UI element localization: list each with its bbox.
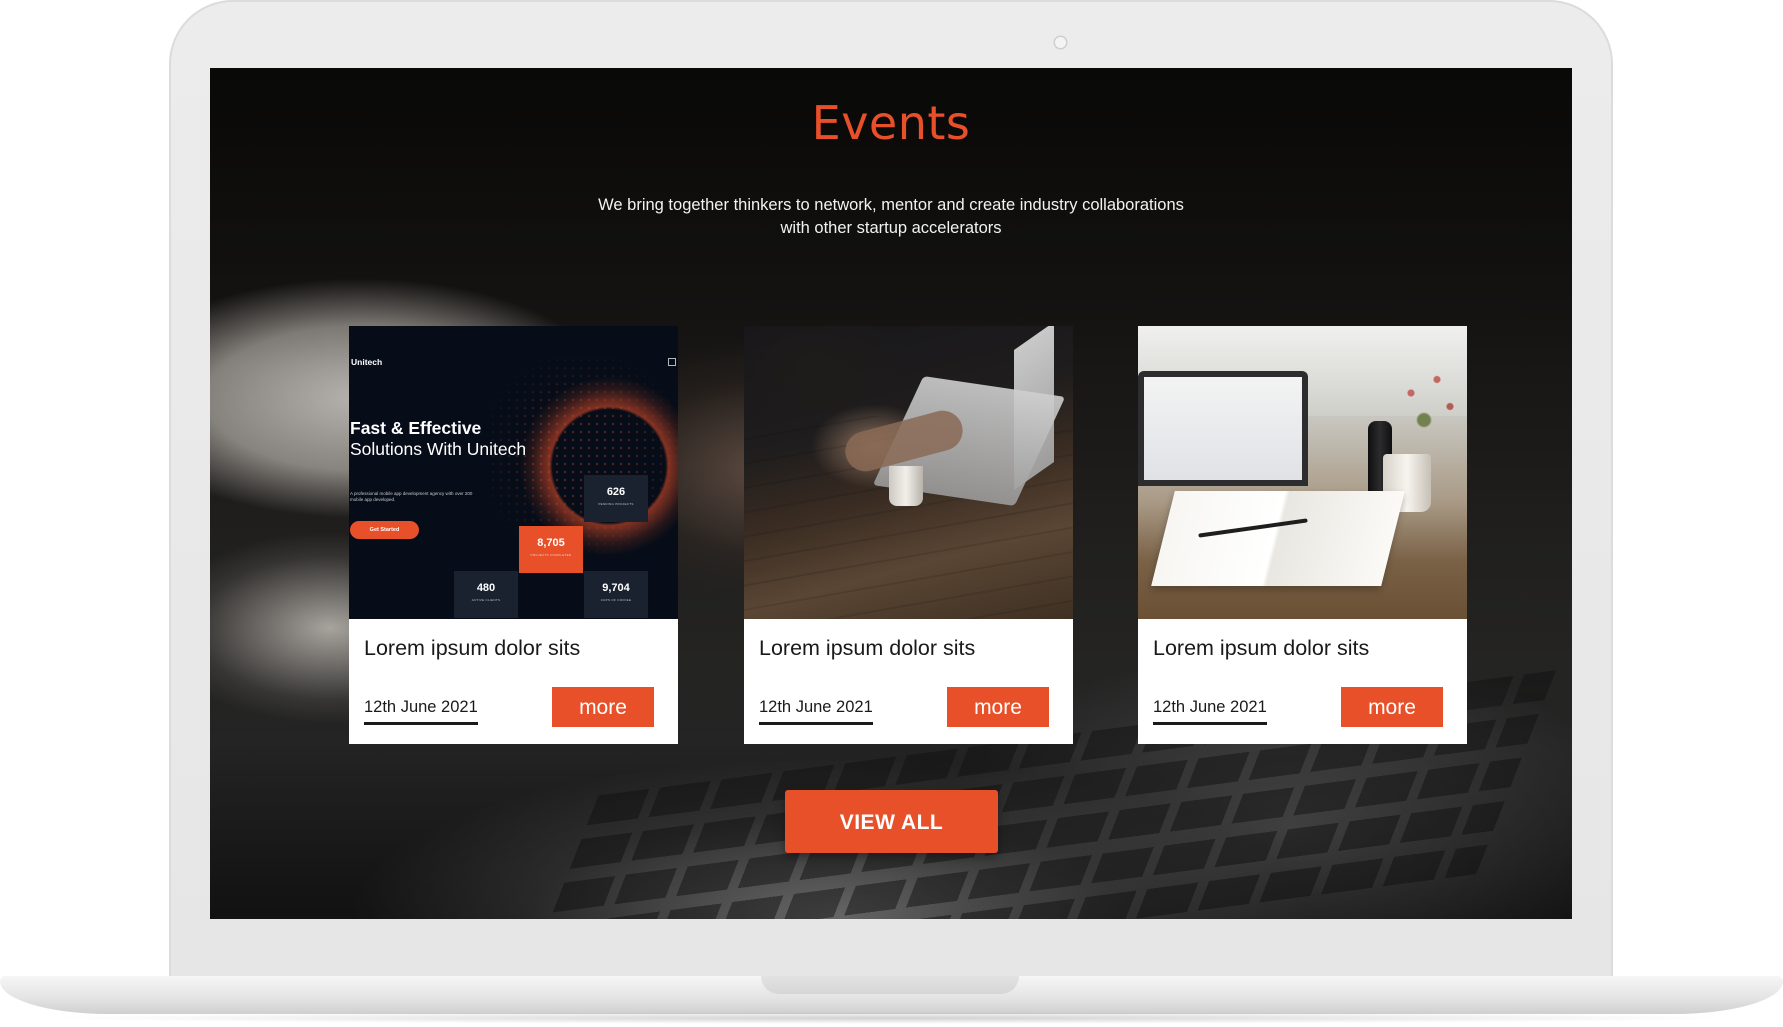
mock-stat-value: 8,705	[537, 537, 565, 549]
laptop-mockup: Events We bring together thinkers to net…	[0, 0, 1783, 1027]
webcam-icon	[1055, 37, 1066, 48]
event-date: 12th June 2021	[1153, 698, 1267, 725]
flowers-detail	[1398, 366, 1463, 456]
mock-headline-rest: Solutions With Unitech	[350, 439, 527, 459]
mock-stat: 9,704 CUPS OF COFFEE	[584, 571, 648, 618]
mock-brand: Unitech	[351, 357, 383, 367]
section-title: Events	[811, 96, 971, 150]
event-image: Unitech Fast & Effective Solutions With …	[349, 326, 678, 619]
person-laptop-photo	[744, 326, 1073, 619]
event-date: 12th June 2021	[759, 698, 873, 725]
mock-stat-value: 480	[476, 582, 496, 594]
mock-stat-label: PROJECTS COMPLETED	[530, 553, 572, 557]
notebook-detail	[1151, 491, 1405, 586]
more-button[interactable]: more	[1341, 687, 1443, 727]
mock-stat-value: 9,704	[602, 582, 630, 594]
mock-cta: Get Started	[350, 521, 419, 539]
mock-stat-value: 626	[606, 486, 626, 498]
laptop-notch	[761, 976, 1019, 994]
event-card: Unitech Fast & Effective Solutions With …	[349, 326, 678, 744]
event-title: Lorem ipsum dolor sits	[364, 636, 581, 660]
mock-stat-label: ACTIVE CLIENTS	[471, 598, 501, 602]
event-date: 12th June 2021	[364, 698, 478, 725]
mock-stat: 8,705 PROJECTS COMPLETED	[519, 526, 583, 573]
laptop-detail	[1138, 371, 1308, 486]
mock-stat-label: CUPS OF COFFEE	[600, 598, 632, 602]
more-button[interactable]: more	[947, 687, 1049, 727]
laptop-screen: Events We bring together thinkers to net…	[210, 68, 1572, 919]
desk-photo	[1138, 326, 1467, 619]
event-title: Lorem ipsum dolor sits	[759, 636, 976, 660]
mock-body: A professional mobile app development ag…	[350, 491, 473, 502]
more-button[interactable]: more	[552, 687, 654, 727]
mock-stat: 626 PENDING PROJECTS	[584, 475, 648, 522]
menu-icon	[668, 358, 676, 366]
laptop-shadow	[40, 1012, 1743, 1024]
event-title: Lorem ipsum dolor sits	[1153, 636, 1370, 660]
website-screenshot-image: Unitech Fast & Effective Solutions With …	[349, 326, 678, 619]
event-image	[744, 326, 1073, 619]
event-card: Lorem ipsum dolor sits 12th June 2021 mo…	[1138, 326, 1467, 744]
dots-graphic	[489, 356, 678, 576]
mock-headline-bold: Fast & Effective	[350, 418, 482, 438]
event-card: Lorem ipsum dolor sits 12th June 2021 mo…	[744, 326, 1073, 744]
view-all-button[interactable]: VIEW ALL	[785, 790, 998, 853]
mock-stat: 480 ACTIVE CLIENTS	[454, 571, 518, 618]
section-subtitle: We bring together thinkers to network, m…	[598, 196, 1184, 237]
event-image	[1138, 326, 1467, 619]
mug-detail	[889, 466, 923, 506]
laptop-screen-detail	[1144, 377, 1302, 480]
mock-stat-label: PENDING PROJECTS	[598, 502, 634, 506]
